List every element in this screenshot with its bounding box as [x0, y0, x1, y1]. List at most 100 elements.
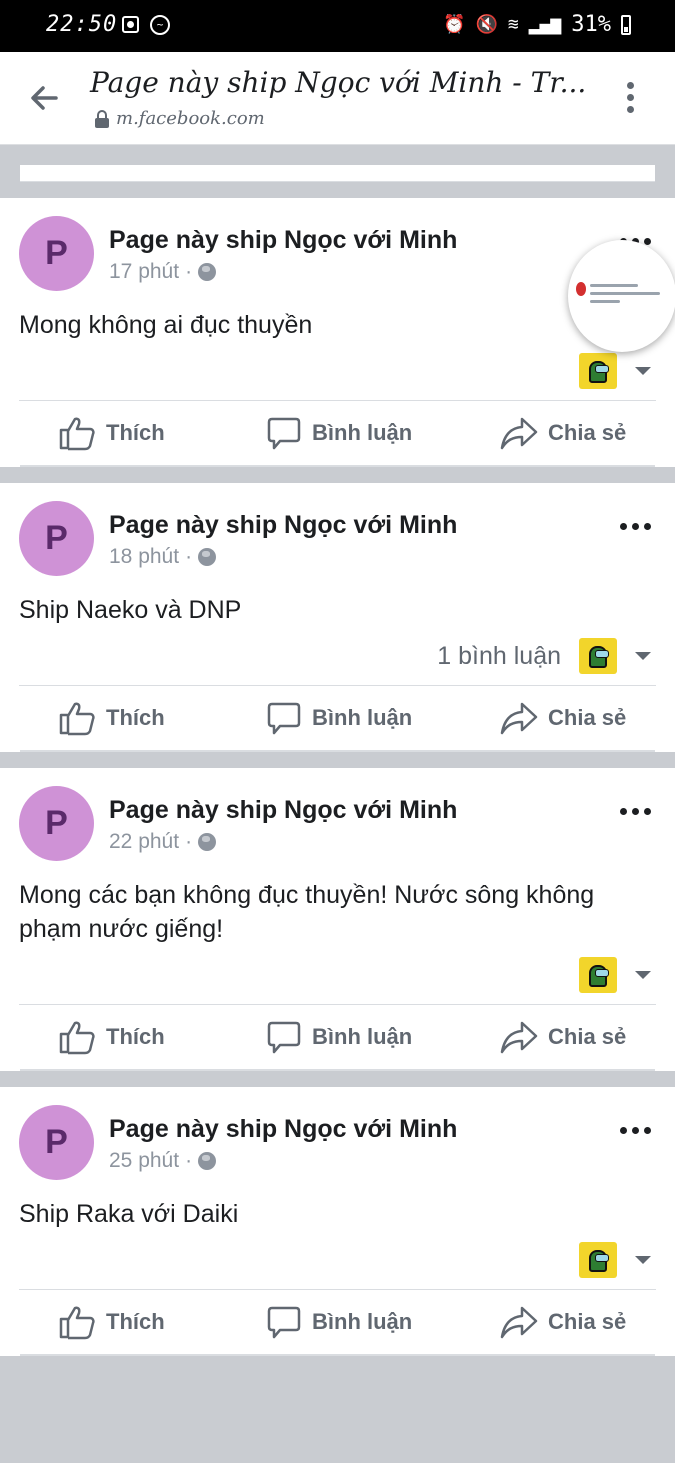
comment-button[interactable]: Bình luận [266, 1019, 412, 1055]
caret-down-icon[interactable] [635, 971, 651, 979]
comment-icon [267, 1306, 301, 1339]
meta-separator: · [185, 260, 193, 283]
avatar[interactable]: P [19, 786, 94, 861]
status-right: ⏰ 🔇 ≋ ▂▄▆ 31% [443, 12, 631, 37]
like-button[interactable]: Thích [58, 1304, 165, 1340]
avatar[interactable]: P [19, 216, 94, 291]
messenger-icon: ~ [150, 15, 170, 35]
share-button[interactable]: Chia sẻ [500, 1305, 626, 1339]
more-dots-icon[interactable] [620, 523, 651, 530]
avatar[interactable]: P [19, 1105, 94, 1180]
share-icon [500, 702, 538, 735]
feed: P Page này ship Ngọc với Minh 17 phút · … [0, 165, 675, 1356]
chat-head-line [590, 284, 638, 287]
comment-icon [267, 417, 301, 450]
share-icon [500, 417, 538, 450]
comment-button[interactable]: Bình luận [266, 415, 412, 451]
post-author[interactable]: Page này ship Ngọc với Minh [109, 226, 457, 255]
post-stats [0, 946, 675, 1004]
post-text: Ship Naeko và DNP [19, 596, 242, 624]
post-time[interactable]: 18 phút [109, 545, 179, 569]
avatar[interactable]: P [19, 501, 94, 576]
more-dots-icon[interactable] [620, 1127, 651, 1134]
chat-head-marker [576, 282, 586, 296]
status-bar: 22:50 ~ ⏰ 🔇 ≋ ▂▄▆ 31% [0, 0, 675, 52]
avatar-letter: P [45, 1123, 68, 1161]
post-time[interactable]: 25 phút [109, 1149, 179, 1173]
comment-label: Bình luận [312, 1309, 413, 1334]
comment-label: Bình luận [312, 1024, 413, 1049]
post-card: P Page này ship Ngọc với Minh 25 phút · … [0, 1087, 675, 1356]
share-icon [500, 1021, 538, 1054]
browser-toolbar: Page này ship Ngọc với Minh - Tr... m.fa… [0, 52, 675, 145]
chat-head-bubble[interactable] [568, 240, 675, 352]
page-title[interactable]: Page này ship Ngọc với Minh - Tr... [90, 66, 586, 99]
lock-icon [95, 109, 109, 128]
kebab-menu-icon[interactable] [625, 82, 635, 116]
post-actions: Thích Bình luận Chia sẻ [0, 1290, 675, 1354]
caret-down-icon[interactable] [635, 367, 651, 375]
post-stats [0, 342, 675, 400]
feed-top-strip [20, 165, 655, 182]
post-card: P Page này ship Ngọc với Minh 18 phút · … [0, 483, 675, 752]
avatar-letter: P [45, 519, 68, 557]
comment-count[interactable]: 1 bình luận [437, 642, 561, 671]
reaction-avatar-icon[interactable] [579, 638, 617, 674]
like-label: Thích [106, 1309, 165, 1334]
globe-icon [198, 833, 217, 851]
like-icon [59, 1306, 95, 1340]
chat-head-line [590, 292, 660, 295]
caret-down-icon[interactable] [635, 652, 651, 660]
post-header: P Page này ship Ngọc với Minh 25 phút · [0, 1087, 675, 1180]
like-icon [59, 417, 95, 451]
globe-icon [198, 263, 217, 281]
like-label: Thích [106, 1024, 165, 1049]
url-domain[interactable]: m.facebook.com [94, 108, 265, 129]
signal-icon: ▂▄▆ [528, 14, 562, 35]
avatar-letter: P [45, 804, 68, 842]
post-header: P Page này ship Ngọc với Minh 22 phút · [0, 768, 675, 861]
screenshot-icon [122, 16, 139, 33]
reaction-avatar-icon[interactable] [579, 1242, 617, 1278]
post-time[interactable]: 17 phút [109, 260, 179, 284]
back-arrow-icon[interactable] [26, 80, 62, 116]
post-author[interactable]: Page này ship Ngọc với Minh [109, 1115, 457, 1144]
post-author[interactable]: Page này ship Ngọc với Minh [109, 796, 457, 825]
post-author[interactable]: Page này ship Ngọc với Minh [109, 511, 457, 540]
globe-icon [198, 1152, 217, 1170]
card-bottom-line [20, 750, 655, 752]
comment-button[interactable]: Bình luận [266, 1304, 412, 1340]
like-button[interactable]: Thích [58, 1019, 165, 1055]
share-label: Chia sẻ [548, 1309, 627, 1334]
post-header: P Page này ship Ngọc với Minh 18 phút · [0, 483, 675, 576]
meta-separator: · [185, 1149, 193, 1172]
card-bottom-line [20, 1354, 655, 1356]
post-card: P Page này ship Ngọc với Minh 17 phút · … [0, 198, 675, 467]
more-dots-icon[interactable] [620, 808, 651, 815]
like-icon [59, 1021, 95, 1055]
like-button[interactable]: Thích [58, 415, 165, 451]
reaction-avatar-icon[interactable] [579, 957, 617, 993]
post-text: Mong các bạn không đục thuyền! Nước sông… [19, 881, 595, 943]
status-time: 22:50 [46, 12, 118, 37]
globe-icon [198, 548, 217, 566]
wifi-icon: ≋ [507, 14, 519, 35]
reaction-avatar-icon[interactable] [579, 353, 617, 389]
post-actions: Thích Bình luận Chia sẻ [0, 401, 675, 465]
comment-button[interactable]: Bình luận [266, 700, 412, 736]
avatar-letter: P [45, 234, 68, 272]
share-button[interactable]: Chia sẻ [500, 1020, 626, 1054]
card-bottom-line [20, 465, 655, 467]
share-button[interactable]: Chia sẻ [500, 416, 626, 450]
post-time[interactable]: 22 phút [109, 830, 179, 854]
caret-down-icon[interactable] [635, 1256, 651, 1264]
alarm-icon: ⏰ [443, 14, 466, 35]
share-button[interactable]: Chia sẻ [500, 701, 626, 735]
comment-icon [267, 1021, 301, 1054]
like-label: Thích [106, 705, 165, 730]
share-label: Chia sẻ [548, 420, 627, 445]
like-button[interactable]: Thích [58, 700, 165, 736]
meta-separator: · [185, 830, 193, 853]
post-meta: 25 phút · [109, 1149, 217, 1173]
post-meta: 22 phút · [109, 830, 217, 854]
